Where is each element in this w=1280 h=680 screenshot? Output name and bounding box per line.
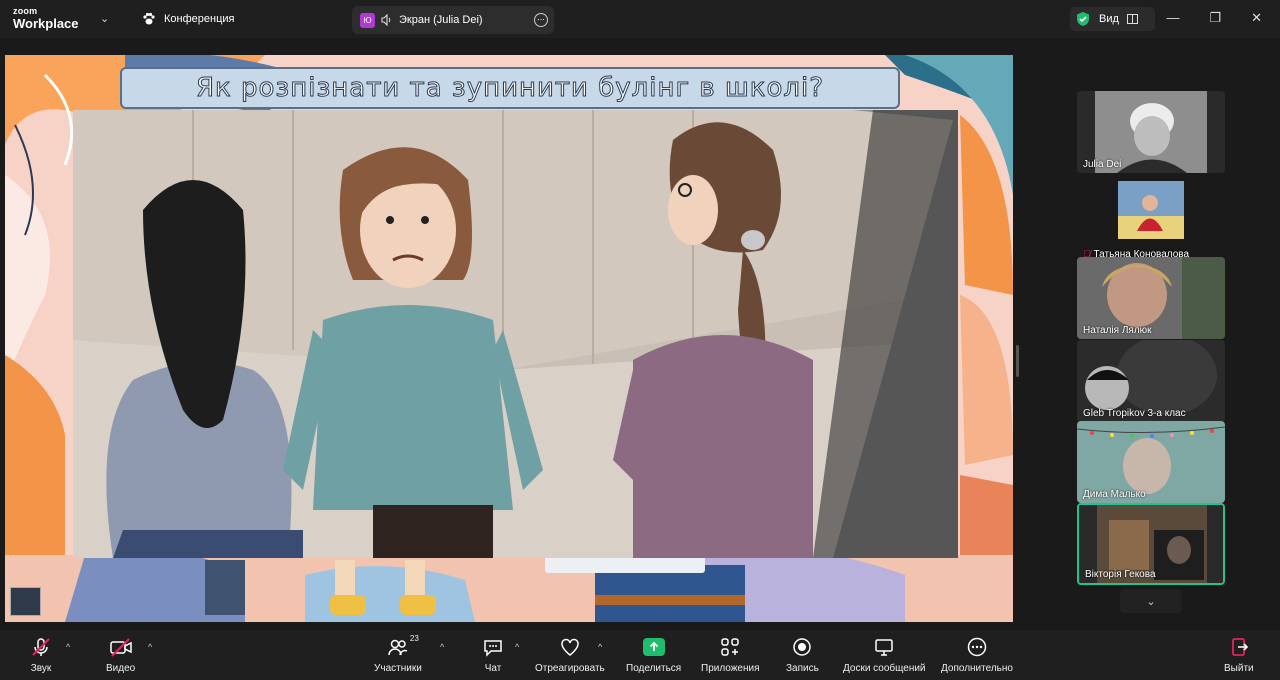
more-label: Дополнительно: [941, 663, 1013, 674]
maximize-icon[interactable]: ❐: [1209, 10, 1221, 26]
audio-button[interactable]: Звук: [30, 636, 52, 674]
view-button[interactable]: Вид: [1070, 7, 1155, 31]
paw-icon: [143, 12, 155, 25]
close-icon[interactable]: ✕: [1251, 10, 1262, 26]
meeting-info[interactable]: Конференция: [142, 12, 234, 26]
screen-tab-label: Экран (Julia Dei): [399, 14, 483, 26]
view-label: Вид: [1099, 13, 1119, 25]
participant-name: Дима Малько: [1083, 489, 1146, 500]
audio-options-icon[interactable]: ^: [66, 642, 70, 652]
shared-screen: Як розпізнати та зупинити булінг в школі…: [5, 55, 1013, 622]
apps-icon: [719, 636, 741, 658]
slide-title: Як розпізнати та зупинити булінг в школі…: [120, 67, 900, 109]
more-button[interactable]: Дополнительно: [941, 636, 1013, 674]
speaker-icon: [381, 14, 391, 26]
thumbnail-square: [10, 587, 41, 616]
apps-button[interactable]: Приложения: [701, 636, 760, 674]
share-button[interactable]: Поделиться: [626, 636, 681, 674]
participant-name: Julia Dei: [1083, 159, 1122, 170]
participant-tile[interactable]: Наталія Лялюк: [1077, 257, 1225, 339]
participants-button[interactable]: 23 Участники: [374, 634, 422, 674]
participant-tile[interactable]: 🎙̸ Татьяна Коновалова: [1077, 181, 1225, 263]
record-icon: [791, 636, 813, 658]
participant-tile-active-speaker[interactable]: Вікторія Гекова: [1077, 503, 1225, 585]
cartoon-video: [73, 110, 958, 558]
participant-tile[interactable]: Julia Dei: [1077, 91, 1225, 173]
participant-tile[interactable]: Дима Малько: [1077, 421, 1225, 503]
leave-button[interactable]: Выйти: [1224, 636, 1254, 674]
minimize-icon[interactable]: —: [1166, 10, 1179, 26]
video-button[interactable]: Видео: [106, 636, 135, 674]
apps-label: Приложения: [701, 663, 760, 674]
heart-icon: [559, 636, 581, 658]
participant-name: Вікторія Гекова: [1085, 569, 1156, 580]
participants-label: Участники: [374, 663, 422, 674]
participants-count: 23: [409, 634, 419, 643]
more-icon: [966, 636, 988, 658]
presenter-badge: Ю: [360, 12, 375, 28]
participants-icon: 23: [388, 634, 419, 658]
meeting-toolbar: Звук ^ Видео ^ 23 Участники ^ Чат ^ Отре…: [0, 630, 1280, 680]
logo-line2: Workplace: [13, 16, 79, 31]
chevron-down-icon: ⌄: [1146, 595, 1156, 608]
chat-label: Чат: [484, 663, 502, 674]
screen-share-tab[interactable]: Ю Экран (Julia Dei) ⋯: [352, 6, 554, 34]
logo-line1: zoom: [13, 6, 38, 16]
cartoon-scene: [73, 110, 958, 558]
chat-icon: [482, 636, 504, 658]
whiteboard-icon: [873, 636, 895, 658]
chat-button[interactable]: Чат: [482, 636, 504, 674]
more-options-icon[interactable]: ⋯: [534, 13, 548, 27]
participants-options-icon[interactable]: ^: [440, 642, 444, 652]
zoom-logo: zoom Workplace: [13, 6, 79, 31]
window-controls: — ❐ ✕: [1166, 10, 1262, 26]
title-bar: zoom Workplace ⌄ Конференция Ю Экран (Ju…: [0, 0, 1280, 38]
record-label: Запись: [786, 663, 819, 674]
meeting-title: Конференция: [164, 13, 235, 25]
participant-name: Gleb Tropikov 3-а клас: [1083, 408, 1186, 419]
share-label: Поделиться: [626, 663, 682, 674]
mic-muted-icon: [30, 636, 52, 658]
react-label: Отреагировать: [535, 663, 605, 674]
leave-label: Выйти: [1224, 663, 1254, 674]
panel-resize-handle[interactable]: [1016, 345, 1019, 377]
video-label: Видео: [106, 663, 136, 674]
whiteboards-label: Доски сообщений: [843, 663, 926, 674]
chevron-down-icon[interactable]: ⌄: [100, 12, 109, 25]
gallery-scroll-down[interactable]: ⌄: [1120, 589, 1182, 613]
chat-options-icon[interactable]: ^: [515, 642, 519, 652]
react-button[interactable]: Отреагировать: [535, 636, 605, 674]
gallery-view-icon: [1126, 14, 1138, 24]
share-screen-icon: [642, 636, 665, 658]
audio-label: Звук: [30, 663, 52, 674]
whiteboards-button[interactable]: Доски сообщений: [843, 636, 926, 674]
shield-icon: [1077, 12, 1089, 26]
react-options-icon[interactable]: ^: [598, 642, 602, 652]
participant-tile[interactable]: Gleb Tropikov 3-а клас: [1077, 340, 1225, 422]
record-button[interactable]: Запись: [786, 636, 819, 674]
video-options-icon[interactable]: ^: [148, 642, 152, 652]
participant-name: Наталія Лялюк: [1083, 325, 1152, 336]
camera-off-icon: [109, 636, 133, 658]
leave-icon: [1228, 636, 1250, 658]
